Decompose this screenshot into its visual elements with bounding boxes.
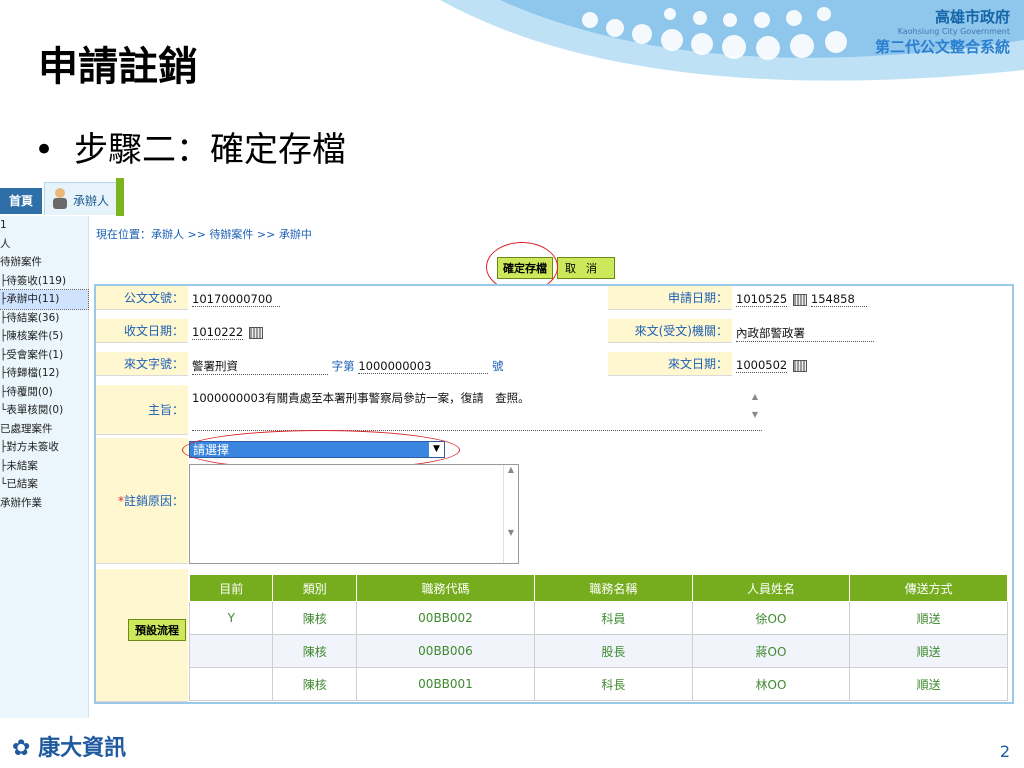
source-org-value: 內政部警政署 bbox=[736, 325, 874, 342]
table-cell: 股長 bbox=[534, 634, 693, 668]
page-number: 2 bbox=[999, 742, 1010, 761]
calendar-icon[interactable] bbox=[793, 293, 808, 306]
table-cell: 科長 bbox=[534, 667, 693, 701]
recv-date-value: 1010222 bbox=[192, 325, 264, 340]
sidebar-item[interactable]: 承辦作業 bbox=[0, 494, 88, 513]
footer-company-logo: ✿ 康大資訊 bbox=[12, 730, 126, 762]
apply-date-value: 1010525 154858 bbox=[736, 292, 867, 307]
source-date-label: 來文日期： bbox=[608, 352, 732, 376]
reason-label: *註銷原因： bbox=[96, 438, 188, 564]
org-english: Kaohsiung City Government bbox=[897, 27, 1010, 36]
sidebar-item[interactable]: └表單核閱(0) bbox=[0, 401, 88, 420]
table-cell: 順送 bbox=[849, 601, 1008, 635]
table-cell bbox=[188, 634, 274, 668]
sidebar-item[interactable]: 已處理案件 bbox=[0, 420, 88, 439]
sidebar-item[interactable]: ├陳核案件(5) bbox=[0, 327, 88, 346]
government-logo: 高雄市政府 Kaohsiung City Government 第二代公文整合系… bbox=[875, 6, 1010, 57]
table-cell: 陳核 bbox=[272, 634, 357, 668]
doc-word-label: 來文字號： bbox=[96, 352, 188, 376]
sidebar-item[interactable]: ├對方未簽收 bbox=[0, 438, 88, 457]
sidebar-item[interactable]: ├待覆閱(0) bbox=[0, 383, 88, 402]
reason-textarea[interactable]: ▲ ▼ bbox=[189, 464, 519, 564]
bullet-dot-icon: • bbox=[34, 130, 55, 170]
table-cell: 00BB001 bbox=[355, 667, 536, 701]
flow-table: 目前 類別 職務代碼 職務名稱 人員姓名 傳送方式 Y 陳核 00BB002 科… bbox=[188, 574, 1008, 701]
tab-home[interactable]: 首頁 bbox=[0, 188, 42, 214]
preset-flow-button[interactable]: 預設流程 bbox=[128, 619, 186, 641]
subject-field[interactable]: 1000000003有關貴處至本署刑事警察局參訪一案，復請 查照。 ▲ ▼ bbox=[192, 390, 762, 431]
tab-user[interactable]: 承辦人 bbox=[44, 182, 120, 215]
table-cell: 順送 bbox=[849, 634, 1008, 668]
table-row: 陳核 00BB001 科長 林OO 順送 bbox=[188, 667, 1008, 701]
reason-select[interactable]: 請選擇 ▼ bbox=[189, 441, 445, 458]
table-cell: 科員 bbox=[534, 601, 693, 635]
sidebar-item[interactable]: ├待簽收(119) bbox=[0, 272, 88, 291]
save-button[interactable]: 確定存檔 bbox=[497, 257, 553, 279]
table-row: 陳核 00BB006 股長 蔣OO 順送 bbox=[188, 634, 1008, 668]
slide-title: 申請註銷 bbox=[38, 43, 198, 90]
sidebar-item[interactable]: 人 bbox=[0, 235, 88, 254]
sidebar: 1 人 待辦案件 ├待簽收(119) ├承辦中(11) ├待結案(36) ├陳核… bbox=[0, 216, 89, 718]
table-cell: 順送 bbox=[849, 667, 1008, 701]
doc-no-value: 10170000700 bbox=[192, 292, 280, 307]
scroll-arrows-icon: ▲ ▼ bbox=[751, 392, 758, 419]
app-screenshot: 首頁 承辦人 1 人 待辦案件 ├待簽收(119) ├承辦中(11) ├待結案(… bbox=[0, 178, 1024, 718]
col-current: 目前 bbox=[188, 574, 274, 602]
doc-no-label: 公文文號： bbox=[96, 286, 188, 310]
sidebar-item[interactable]: ├未結案 bbox=[0, 457, 88, 476]
sidebar-item-selected[interactable]: ├承辦中(11) bbox=[0, 289, 89, 310]
recv-date-label: 收文日期： bbox=[96, 319, 188, 343]
col-send-method: 傳送方式 bbox=[849, 574, 1008, 602]
subject-label: 主旨： bbox=[96, 385, 188, 435]
col-position-code: 職務代碼 bbox=[355, 574, 536, 602]
sidebar-item[interactable]: 待辦案件 bbox=[0, 253, 88, 272]
table-cell: 陳核 bbox=[272, 601, 357, 635]
table-row: Y 陳核 00BB002 科員 徐OO 順送 bbox=[188, 601, 1008, 635]
tab-user-label: 承辦人 bbox=[73, 194, 110, 208]
sidebar-item[interactable]: ├受會案件(1) bbox=[0, 346, 88, 365]
table-cell: 00BB006 bbox=[355, 634, 536, 668]
table-cell bbox=[188, 667, 274, 701]
calendar-icon[interactable] bbox=[793, 359, 808, 372]
company-name: 康大資訊 bbox=[38, 736, 127, 761]
step-bullet: • 步驟二：確定存檔 bbox=[34, 122, 346, 171]
company-mark-icon: ✿ bbox=[12, 736, 31, 761]
doc-word-value: 警署刑資 字第 1000000003 號 bbox=[192, 359, 504, 375]
source-date-value: 1000502 bbox=[736, 358, 808, 373]
col-position-name: 職務名稱 bbox=[534, 574, 693, 602]
scrollbar[interactable]: ▲ ▼ bbox=[503, 465, 518, 563]
cancel-button[interactable]: 取消 bbox=[557, 257, 615, 279]
breadcrumb: 現在位置：承辦人 >> 待辦案件 >> 承辦中 bbox=[96, 228, 312, 241]
source-org-label: 來文(受文)機關： bbox=[608, 319, 732, 343]
table-cell: 陳核 bbox=[272, 667, 357, 701]
cancel-request-form: 公文文號： 10170000700 申請日期： 1010525 154858 收… bbox=[94, 284, 1014, 704]
apply-date-label: 申請日期： bbox=[608, 286, 732, 310]
calendar-icon[interactable] bbox=[249, 326, 264, 339]
table-cell: 00BB002 bbox=[355, 601, 536, 635]
org-name: 高雄市政府 bbox=[934, 8, 1010, 26]
table-cell: 蔣OO bbox=[691, 634, 851, 668]
sidebar-item[interactable]: ├待歸檔(12) bbox=[0, 364, 88, 383]
chevron-down-icon: ▼ bbox=[429, 442, 444, 457]
sidebar-item[interactable]: 1 bbox=[0, 216, 88, 235]
table-cell: 林OO bbox=[691, 667, 851, 701]
sidebar-item[interactable]: └已結案 bbox=[0, 475, 88, 494]
tab-accent bbox=[116, 178, 124, 216]
system-name: 第二代公文整合系統 bbox=[874, 38, 1010, 56]
col-person-name: 人員姓名 bbox=[691, 574, 851, 602]
table-cell: Y bbox=[188, 601, 274, 635]
table-cell: 徐OO bbox=[691, 601, 851, 635]
col-type: 類別 bbox=[272, 574, 357, 602]
sidebar-item[interactable]: ├待結案(36) bbox=[0, 309, 88, 328]
top-nav: 首頁 承辦人 bbox=[0, 178, 124, 216]
user-avatar-icon bbox=[53, 188, 67, 209]
step-text: 步驟二：確定存檔 bbox=[74, 130, 347, 170]
